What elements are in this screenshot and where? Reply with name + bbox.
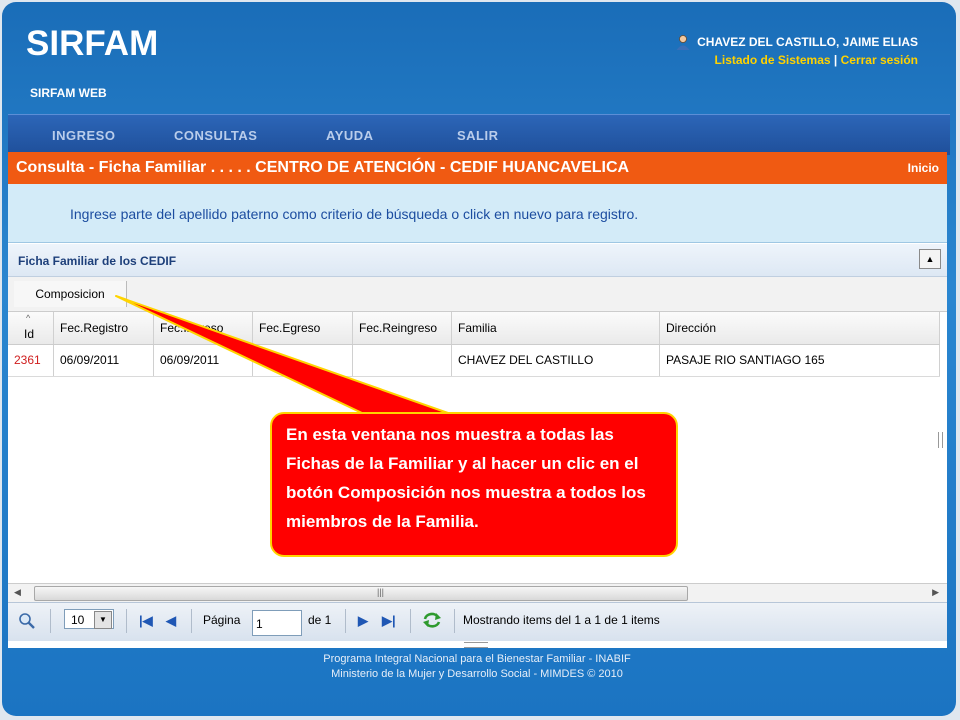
page-title: Consulta - Ficha Familiar . . . . . CENT…: [16, 159, 630, 176]
footer-line-1: Programa Integral Nacional para el Biene…: [323, 653, 631, 665]
content-panel: Consulta - Ficha Familiar . . . . . CENT…: [8, 152, 947, 648]
first-page-icon[interactable]: |◀: [139, 613, 153, 629]
footer-line-2: Ministerio de la Mujer y Desarrollo Soci…: [331, 668, 623, 680]
cell-id: 2361: [8, 345, 54, 376]
next-page-icon[interactable]: ▶: [358, 613, 368, 629]
user-name-row: CHAVEZ DEL CASTILLO, JAIME ELIAS: [675, 34, 918, 50]
grid-header: ^ Id Fec.Registro Fec.Ingreso Fec.Egreso…: [8, 312, 940, 345]
column-header-fec-reingreso[interactable]: Fec.Reingreso: [353, 312, 452, 344]
user-icon: [675, 34, 691, 50]
scroll-left-icon[interactable]: ◀: [14, 587, 21, 598]
grid-section-header: Ficha Familiar de los CEDIF ▲: [8, 244, 947, 277]
pager-separator: [345, 609, 346, 633]
home-link[interactable]: Inicio: [908, 161, 939, 175]
info-message: Ingrese parte del apellido paterno como …: [70, 206, 639, 222]
main-nav: INGRESO CONSULTAS AYUDA SALIR: [8, 114, 950, 155]
pager-status: Mostrando items del 1 a 1 de 1 items: [463, 613, 660, 627]
nav-item-salir[interactable]: SALIR: [457, 128, 499, 143]
horizontal-scrollbar[interactable]: ◀ ||| ▶: [8, 583, 947, 602]
header: SIRFAM SIRFAM WEB CHAVEZ DEL CASTILLO, J…: [2, 2, 956, 112]
page-size-select[interactable]: 10 ▼: [64, 609, 114, 629]
page-total: de 1: [308, 613, 332, 627]
cell-direccion: PASAJE RIO SANTIAGO 165: [660, 345, 940, 376]
nav-item-ingreso[interactable]: INGRESO: [52, 128, 115, 143]
callout-note: En esta ventana nos muestra a todas las …: [270, 412, 678, 557]
vertical-scroll-grip[interactable]: [938, 432, 943, 448]
user-panel: CHAVEZ DEL CASTILLO, JAIME ELIAS Listado…: [675, 34, 918, 67]
column-header-id[interactable]: ^ Id: [8, 312, 54, 344]
cell-fec-egreso: [253, 345, 353, 376]
triangle-up-icon: ▲: [925, 254, 935, 264]
page-number-input[interactable]: 1: [252, 610, 302, 636]
pager-separator: [50, 609, 51, 633]
cell-familia: CHAVEZ DEL CASTILLO: [452, 345, 660, 376]
grip-icon: |||: [377, 587, 385, 597]
cell-fec-ingreso: 06/09/2011: [154, 345, 253, 376]
column-header-direccion[interactable]: Dirección: [660, 312, 940, 344]
column-header-fec-egreso[interactable]: Fec.Egreso: [253, 312, 353, 344]
column-header-fec-registro[interactable]: Fec.Registro: [54, 312, 154, 344]
last-page-icon[interactable]: ▶|: [382, 613, 396, 629]
prev-page-icon[interactable]: ◀: [166, 613, 176, 629]
app-logo: SIRFAM: [26, 24, 159, 63]
grid-toolbar: Composicion: [8, 277, 947, 312]
info-bar: Ingrese parte del apellido paterno como …: [8, 184, 947, 243]
section-title: Ficha Familiar de los CEDIF: [18, 254, 177, 268]
composition-button[interactable]: Composicion: [14, 281, 127, 307]
pager-separator: [410, 609, 411, 633]
column-header-familia[interactable]: Familia: [452, 312, 660, 344]
scroll-right-icon[interactable]: ▶: [932, 587, 939, 598]
page-label: Página: [203, 613, 241, 627]
user-links: Listado de Sistemas | Cerrar sesión: [675, 53, 918, 67]
pager-separator: [191, 609, 192, 633]
table-row[interactable]: 2361 06/09/2011 06/09/2011 CHAVEZ DEL CA…: [8, 345, 940, 377]
nav-item-ayuda[interactable]: AYUDA: [326, 128, 374, 143]
cell-fec-reingreso: [353, 345, 452, 376]
logout-link[interactable]: Cerrar sesión: [841, 53, 918, 67]
nav-item-consultas[interactable]: CONSULTAS: [174, 128, 257, 143]
systems-list-link[interactable]: Listado de Sistemas: [715, 53, 831, 67]
link-separator: |: [833, 53, 838, 67]
pager-separator: [454, 609, 455, 633]
collapse-button[interactable]: ▲: [919, 249, 941, 269]
app-subtitle: SIRFAM WEB: [30, 86, 107, 100]
pager-separator: [126, 609, 127, 633]
search-icon[interactable]: [18, 612, 36, 633]
page-titlebar: Consulta - Ficha Familiar . . . . . CENT…: [8, 152, 947, 184]
refresh-icon[interactable]: [422, 611, 442, 632]
scrollbar-thumb[interactable]: |||: [34, 586, 688, 601]
cell-fec-registro: 06/09/2011: [54, 345, 154, 376]
resize-handle[interactable]: [464, 642, 488, 648]
chevron-down-icon[interactable]: ▼: [94, 611, 112, 629]
user-name: CHAVEZ DEL CASTILLO, JAIME ELIAS: [697, 35, 918, 49]
footer: Programa Integral Nacional para el Biene…: [0, 652, 954, 682]
column-header-fec-ingreso[interactable]: Fec.Ingreso: [154, 312, 253, 344]
pager-bar: 10 ▼ |◀ ◀ Página 1 de 1 ▶ ▶| Mostrando i…: [8, 602, 947, 641]
